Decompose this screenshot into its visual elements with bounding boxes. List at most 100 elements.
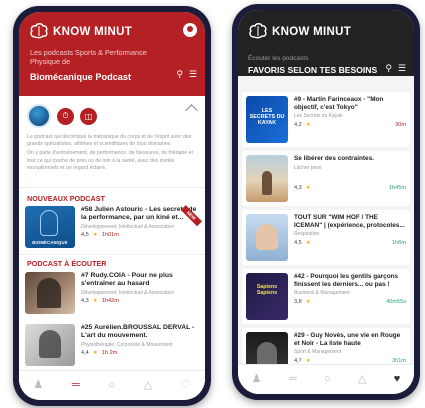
dumbbell-icon[interactable]: ═ [72, 380, 80, 391]
episode-card[interactable]: #25 Aurélien.BROUSSAL DERVAL - L'art du … [25, 324, 199, 366]
apple-icon[interactable]: ○ [108, 380, 115, 391]
screen-podcast-detail: KNOW MINUT Les podcasts Sports & Perform… [19, 12, 205, 400]
header-actions: ⚲ ☰ [385, 64, 406, 73]
episode-category: Les Secrets du Kayak [294, 113, 343, 120]
episode-thumbnail [246, 155, 288, 202]
episode-title: #42 - Pourquoi les gentils garçons finis… [294, 273, 399, 288]
favorite-card[interactable]: Sapiens Sapiens #42 - Pourquoi les genti… [242, 269, 410, 324]
podcast-description: Le podcast qui décortique la mécanique d… [27, 134, 197, 174]
rating-value: 4,4 [81, 350, 89, 356]
star-icon: ★ [92, 350, 98, 356]
rating-value: 4,5 [81, 232, 89, 238]
filter-icon[interactable]: ☰ [189, 70, 197, 79]
episode-title: #7 Rudy.COIA - Pour ne plus s'entraîner … [81, 272, 173, 287]
app-name: KNOW MINUT [272, 26, 352, 38]
episode-meta: 4,3 ★ 1h45m [294, 185, 406, 191]
section-title-new: NOUVEAUX PODCAST [27, 194, 105, 203]
rating-value: 4,2 [294, 122, 302, 129]
episode-thumbnail [246, 214, 288, 261]
rating-value: 4,3 [294, 184, 302, 191]
rating-value: 3,8 [294, 299, 302, 306]
brain-logo-icon [248, 23, 268, 39]
episode-meta: 3,8 ★ 40m55s [294, 299, 406, 305]
stage: KNOW MINUT Les podcasts Sports & Perform… [0, 0, 425, 408]
user-icon[interactable] [183, 23, 197, 37]
episode-title: #9 - Martin Farinceaux - "Mon objectif, … [294, 96, 384, 111]
episode-meta: 4,5 ★ 1h6m [294, 240, 406, 246]
episode-card[interactable]: #7 Rudy.COIA - Pour ne plus s'entraîner … [25, 272, 199, 314]
podcast-actions-row: ⏱ ◫ [27, 104, 97, 128]
duration: 1h45m [388, 184, 406, 191]
favorite-card[interactable]: LES SECRETS DU KAYAK #9 - Martin Farince… [242, 92, 410, 147]
episode-thumbnail: Sapiens Sapiens [246, 273, 288, 320]
search-icon[interactable]: ⚲ [385, 64, 392, 73]
episode-meta: 4,3 ★ 1h42m [81, 298, 199, 304]
star-icon: ★ [305, 184, 311, 191]
filter-icon[interactable]: ☰ [398, 64, 406, 73]
chevron-up-icon[interactable] [185, 104, 198, 117]
human-icon[interactable]: ♟ [252, 374, 262, 385]
duration: 30m [395, 122, 406, 129]
duration: 1h42m [101, 298, 119, 304]
episode-card[interactable]: BIOMÉCANIQUE #58 Julien Astouric - Les s… [25, 205, 202, 248]
episode-title: TOUT SUR "WIM HOF / THE ICEMAN" | (expér… [294, 214, 405, 229]
episode-meta: 4,5 ★ 1h01m [81, 232, 199, 238]
divider [19, 254, 205, 255]
episode-thumbnail: LES SECRETS DU KAYAK [246, 96, 288, 143]
share-button[interactable]: ◫ [80, 107, 97, 125]
podcast-title: Biomécanique Podcast [30, 72, 132, 82]
episode-info: #25 Aurélien.BROUSSAL DERVAL - L'art du … [81, 324, 199, 356]
episode-title: #25 Aurélien.BROUSSAL DERVAL - L'art du … [81, 324, 195, 339]
apple-icon[interactable]: ○ [324, 374, 331, 385]
podcast-logo [27, 104, 51, 128]
search-icon[interactable]: ⚲ [176, 70, 183, 79]
phone-left: KNOW MINUT Les podcasts Sports & Perform… [13, 6, 211, 406]
star-icon: ★ [305, 240, 311, 247]
duration: 1h 2m [101, 350, 118, 356]
section-title-listen: PODCAST À ÉCOUTER [27, 259, 107, 268]
heart-icon[interactable]: ♥ [394, 374, 401, 385]
duration: 40m55s [386, 299, 406, 306]
episode-title: Se libérer des contraintes. [294, 155, 374, 162]
alarm-button[interactable]: ⏱ [57, 107, 74, 125]
screen-favorites: KNOW MINUT Écouter les podcasts FAVORIS … [238, 10, 414, 394]
dumbbell-icon[interactable]: ═ [289, 374, 297, 385]
episode-category: Développement, Intellectuel & Associatio… [81, 224, 175, 230]
duration: 1h01m [101, 232, 119, 238]
star-icon: ★ [92, 298, 98, 304]
favorite-card[interactable]: Se libérer des contraintes. Lâcher prise… [242, 151, 410, 206]
rating-value: 4,3 [81, 298, 89, 304]
podcast-content: ⏱ ◫ Le podcast qui décortique la mécaniq… [19, 96, 205, 368]
episode-info: #7 Rudy.COIA - Pour ne plus s'entraîner … [81, 272, 199, 304]
episode-info: #42 - Pourquoi les gentils garçons finis… [294, 273, 406, 320]
bottom-nav: ♟ ═ ○ △ ♥ [238, 364, 414, 394]
favorite-card[interactable]: TOUT SUR "WIM HOF / THE ICEMAN" | (expér… [242, 210, 410, 265]
header-subtitle: Les podcasts Sports & Performance Physiq… [30, 48, 147, 66]
episode-category: Développement, Intellectuel & Associatio… [81, 290, 175, 296]
app-name: KNOW MINUT [53, 26, 133, 38]
episode-category: Sport & Management [294, 349, 342, 356]
duration: 1h6m [392, 240, 406, 247]
meditation-icon[interactable]: △ [144, 380, 152, 391]
episode-category: Business & Management [294, 290, 350, 297]
rating-value: 4,5 [294, 240, 302, 247]
episode-info: TOUT SUR "WIM HOF / THE ICEMAN" | (expér… [294, 214, 406, 261]
episode-category: Physiothérapie, Corporéité & Mouvement [81, 342, 173, 348]
divider [19, 187, 205, 188]
brain-logo-icon [29, 23, 49, 39]
header-subtitle: Écouter les podcasts [248, 55, 309, 62]
episode-info: #9 - Martin Farinceaux - "Mon objectif, … [294, 96, 406, 143]
header: KNOW MINUT Écouter les podcasts FAVORIS … [238, 10, 414, 76]
episode-category: Respiration [294, 231, 320, 238]
episode-thumbnail [25, 324, 75, 366]
bottom-nav: ♟ ═ ○ △ ♡ [19, 370, 205, 400]
star-icon: ★ [305, 122, 311, 129]
meditation-icon[interactable]: △ [358, 374, 366, 385]
description-paragraph: Le podcast qui décortique la mécanique d… [27, 134, 192, 148]
human-icon[interactable]: ♟ [33, 380, 43, 391]
star-icon: ★ [92, 232, 98, 238]
episode-thumbnail [25, 272, 75, 314]
phone-right: KNOW MINUT Écouter les podcasts FAVORIS … [232, 4, 420, 400]
episode-category: Lâcher prise [294, 164, 322, 171]
heart-icon[interactable]: ♡ [181, 380, 191, 391]
